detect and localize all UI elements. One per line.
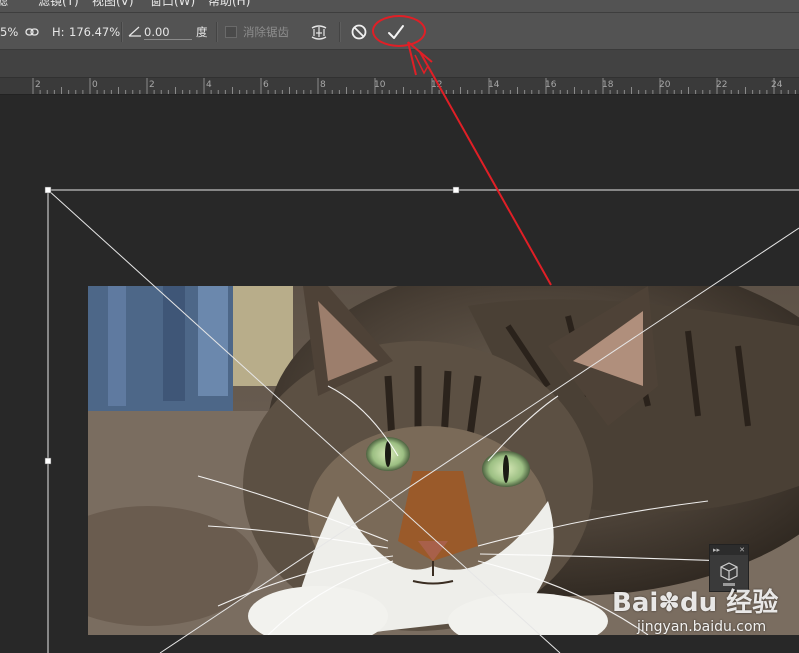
transform-handle[interactable] — [452, 186, 460, 194]
mini-panel-header: ▸▸ ✕ — [710, 545, 748, 555]
close-icon[interactable]: ✕ — [739, 545, 745, 555]
transform-overlay — [44, 41, 799, 653]
baidu-watermark-logo: Bai✽du 经验 — [612, 588, 779, 618]
transform-handle[interactable] — [44, 457, 52, 465]
baidu-watermark-url: jingyan.baidu.com — [637, 619, 767, 635]
photoshop-window: 滤 滤镜(T) 视图(V) 窗口(W) 帮助(H) 5% H: 176.47% … — [0, 0, 799, 653]
annotation-arrow — [407, 41, 552, 286]
transform-handle[interactable] — [44, 186, 52, 194]
expand-icon[interactable]: ▸▸ — [713, 545, 720, 555]
